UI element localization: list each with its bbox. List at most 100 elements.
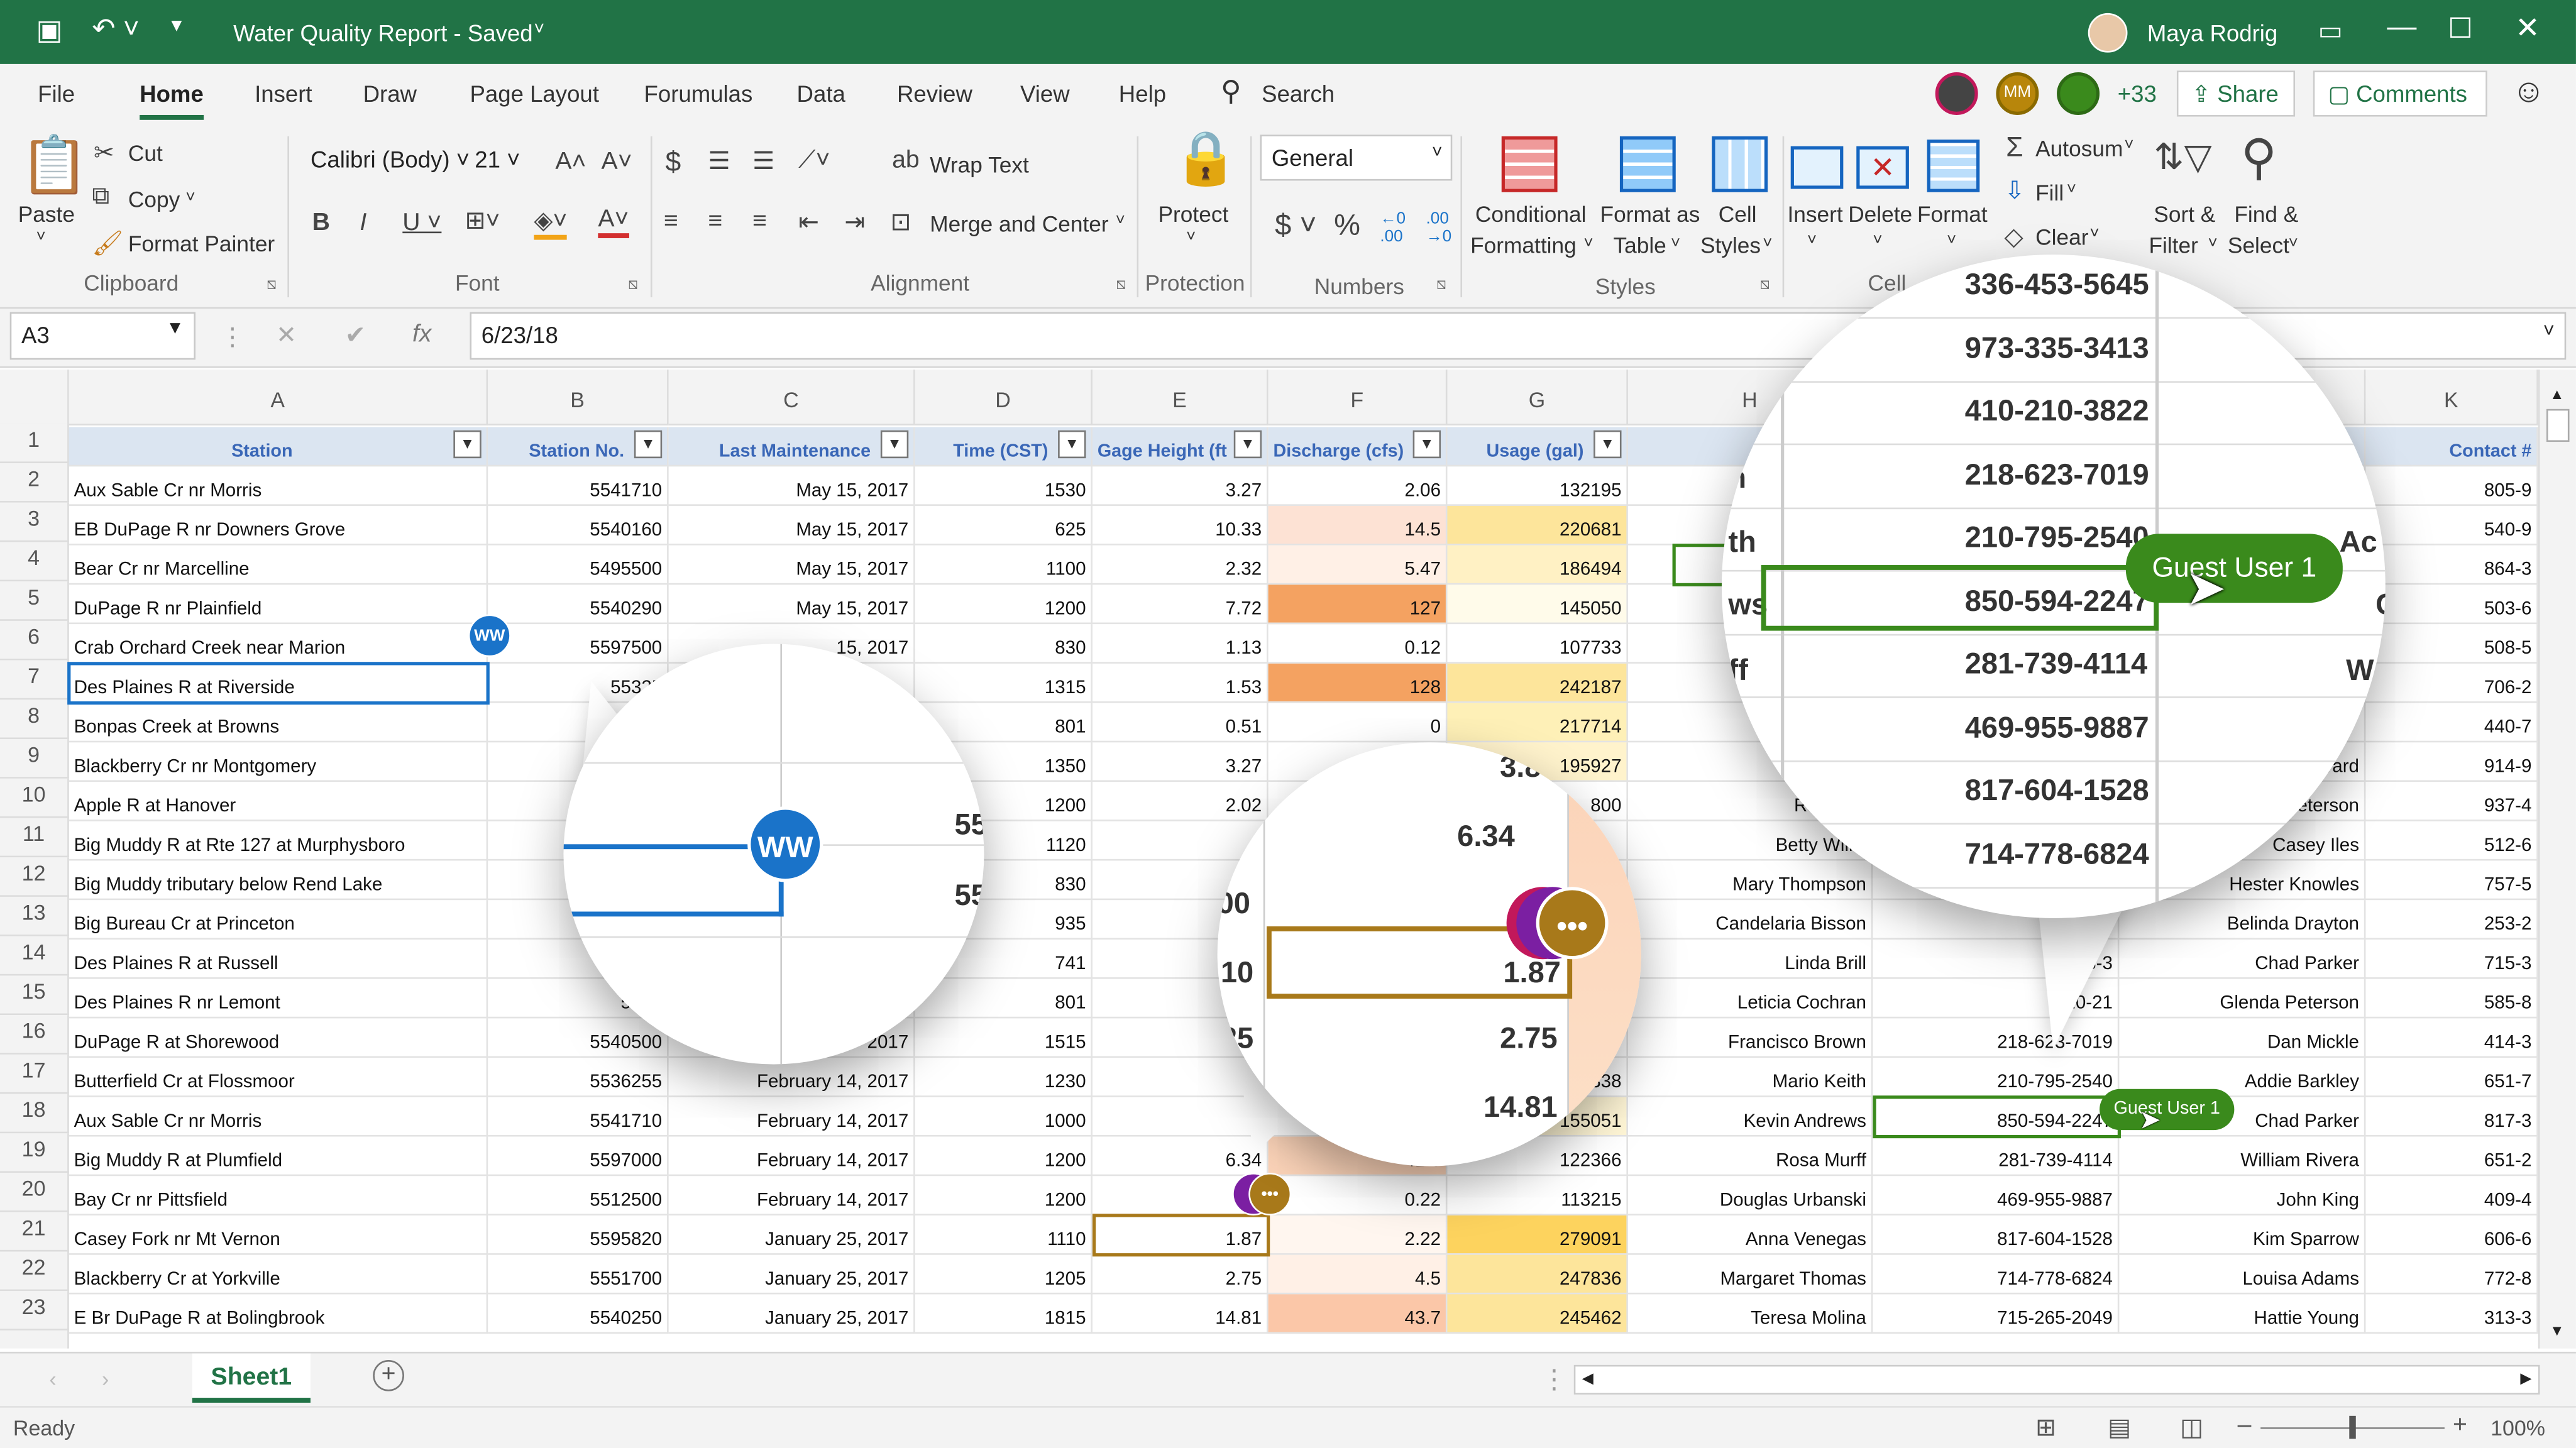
- table-cell[interactable]: 1530: [915, 466, 1093, 506]
- table-cell[interactable]: 132195: [1447, 466, 1628, 506]
- filter-dropdown-icon[interactable]: ▼: [1412, 430, 1441, 459]
- tab-file[interactable]: File: [38, 80, 75, 107]
- table-cell[interactable]: 14.81: [1092, 1294, 1269, 1334]
- row-header[interactable]: 18: [0, 1094, 69, 1134]
- lock-icon[interactable]: 🔒: [1173, 126, 1238, 189]
- wrap-text-button[interactable]: Wrap Text: [930, 153, 1029, 177]
- table-cell[interactable]: Des Plaines R at Russell: [69, 939, 488, 979]
- table-cell[interactable]: 1815: [915, 1294, 1093, 1334]
- table-cell[interactable]: 5540250: [488, 1294, 669, 1334]
- tab-review[interactable]: Review: [897, 80, 972, 107]
- cell-styles-label[interactable]: Styles: [1700, 233, 1761, 258]
- table-cell[interactable]: 253-2: [2365, 900, 2538, 940]
- prev-sheet-icon[interactable]: ‹: [49, 1366, 56, 1391]
- find-select-button[interactable]: Find &: [2234, 202, 2298, 226]
- undo-icon[interactable]: ↶ ˅: [92, 13, 140, 46]
- zoom-thumb[interactable]: [2349, 1415, 2356, 1439]
- bold-icon[interactable]: B: [312, 209, 330, 236]
- table-cell[interactable]: Mary Thompson: [1627, 860, 1873, 901]
- accounting-icon[interactable]: $ ˅: [1275, 209, 1317, 243]
- table-cell[interactable]: Big Muddy R at Rte 127 at Murphysboro: [69, 821, 488, 861]
- document-title[interactable]: Water Quality Report - Saved: [233, 19, 533, 46]
- collaborator-count[interactable]: +33: [2118, 80, 2157, 107]
- table-cell[interactable]: Anna Venegas: [1627, 1215, 1873, 1255]
- table-cell[interactable]: 1.53: [1092, 663, 1269, 703]
- format-painter-icon[interactable]: 🖌: [92, 228, 123, 258]
- tab-view[interactable]: View: [1020, 80, 1070, 107]
- table-cell[interactable]: 242187: [1447, 663, 1628, 703]
- table-cell[interactable]: 1100: [915, 545, 1093, 585]
- table-cell[interactable]: 1200: [915, 584, 1093, 625]
- table-cell[interactable]: 2.02: [1092, 782, 1269, 821]
- table-cell[interactable]: John King: [2119, 1176, 2366, 1215]
- search-box[interactable]: Search: [1262, 80, 1335, 107]
- zoom-out-icon[interactable]: –: [2238, 1411, 2252, 1439]
- column-header-c[interactable]: C: [668, 370, 915, 425]
- row-header[interactable]: 11: [0, 818, 69, 858]
- table-cell[interactable]: EB DuPage R nr Downers Grove: [69, 505, 488, 546]
- scroll-thumb[interactable]: [2546, 409, 2570, 442]
- table-cell[interactable]: Glenda Peterson: [2119, 979, 2366, 1019]
- tab-page-layout[interactable]: Page Layout: [470, 80, 598, 107]
- table-cell[interactable]: 914-9: [2365, 742, 2538, 782]
- select-all-corner[interactable]: [0, 370, 69, 425]
- cancel-icon[interactable]: ✕: [276, 321, 297, 349]
- table-cell[interactable]: 10.33: [1092, 505, 1269, 546]
- table-cell[interactable]: Des Plaines R nr Lemont: [69, 979, 488, 1019]
- table-cell[interactable]: Des Plaines R at Riverside: [69, 663, 488, 703]
- table-cell[interactable]: 508-5: [2365, 624, 2538, 664]
- font-size-select[interactable]: 21 ˅: [465, 138, 544, 184]
- row-header[interactable]: [0, 1330, 69, 1349]
- merge-chevron-icon[interactable]: ˅: [1116, 212, 1125, 230]
- table-cell[interactable]: 817-604-1528: [1873, 1215, 2120, 1255]
- increase-decimal-icon[interactable]: .00 →0: [1426, 211, 1452, 246]
- table-cell[interactable]: 801: [915, 979, 1093, 1019]
- vertical-scrollbar[interactable]: ▲ ▼: [2538, 370, 2576, 1349]
- clear-button[interactable]: Clear: [2035, 225, 2088, 250]
- row-header[interactable]: 14: [0, 936, 69, 976]
- table-cell[interactable]: 3.27: [1092, 742, 1269, 782]
- delete-cells-icon[interactable]: ✕: [1856, 146, 1909, 189]
- copy-chevron-icon[interactable]: ˅: [185, 189, 195, 207]
- table-cell[interactable]: February 14, 2017: [668, 1176, 915, 1215]
- row-header[interactable]: 2: [0, 463, 69, 503]
- user-name[interactable]: Maya Rodrig: [2147, 19, 2277, 46]
- table-cell[interactable]: 715-3: [2365, 939, 2538, 979]
- fill-button[interactable]: Fill: [2035, 180, 2064, 205]
- tab-help[interactable]: Help: [1119, 80, 1166, 107]
- table-cell[interactable]: 107733: [1447, 624, 1628, 664]
- table-cell[interactable]: February 14, 2017: [668, 1136, 915, 1176]
- table-cell[interactable]: 512-6: [2365, 821, 2538, 861]
- sort-filter-icon[interactable]: ⇅▽: [2154, 136, 2211, 179]
- table-cell[interactable]: 220681: [1447, 505, 1628, 546]
- collaborator-avatar-mm[interactable]: MM: [1996, 72, 2039, 115]
- format-as-table-icon[interactable]: [1619, 136, 1676, 192]
- copy-icon[interactable]: ⧉: [92, 182, 109, 210]
- table-cell[interactable]: Leticia Cochran: [1627, 979, 1873, 1019]
- minimize-icon[interactable]: —: [2387, 10, 2416, 45]
- table-cell[interactable]: 5551700: [488, 1254, 669, 1295]
- table-cell[interactable]: 503-6: [2365, 584, 2538, 625]
- table-cell[interactable]: 0.22: [1268, 1176, 1448, 1215]
- conditional-formatting-label[interactable]: Formatting: [1470, 233, 1577, 258]
- table-cell[interactable]: 1000: [915, 1097, 1093, 1137]
- format-as-table-button[interactable]: Format as: [1600, 202, 1700, 226]
- find-select-label[interactable]: Select: [2228, 233, 2289, 258]
- title-chevron-icon[interactable]: ˅: [534, 19, 544, 39]
- table-cell[interactable]: 772-8: [2365, 1254, 2538, 1295]
- enter-icon[interactable]: ✔: [345, 321, 366, 349]
- wrap-text-icon[interactable]: ab: [892, 146, 920, 174]
- orientation-icon[interactable]: ⟋˅: [798, 146, 830, 174]
- table-cell[interactable]: Crab Orchard Creek near Marion: [69, 624, 488, 664]
- table-cell[interactable]: 5495500: [488, 545, 669, 585]
- table-cell[interactable]: Teresa Molina: [1627, 1294, 1873, 1334]
- row-header[interactable]: 15: [0, 975, 69, 1016]
- table-cell[interactable]: 5512500: [488, 1176, 669, 1215]
- table-cell[interactable]: 1.13: [1092, 624, 1269, 664]
- table-cell[interactable]: 1110: [915, 1215, 1093, 1255]
- table-cell[interactable]: 805-9: [2365, 466, 2538, 506]
- table-cell[interactable]: 625: [915, 505, 1093, 546]
- chevron-down-icon[interactable]: ˅: [2208, 235, 2218, 253]
- table-cell[interactable]: May 15, 2017: [668, 545, 915, 585]
- merge-icon[interactable]: ⊡: [891, 207, 911, 236]
